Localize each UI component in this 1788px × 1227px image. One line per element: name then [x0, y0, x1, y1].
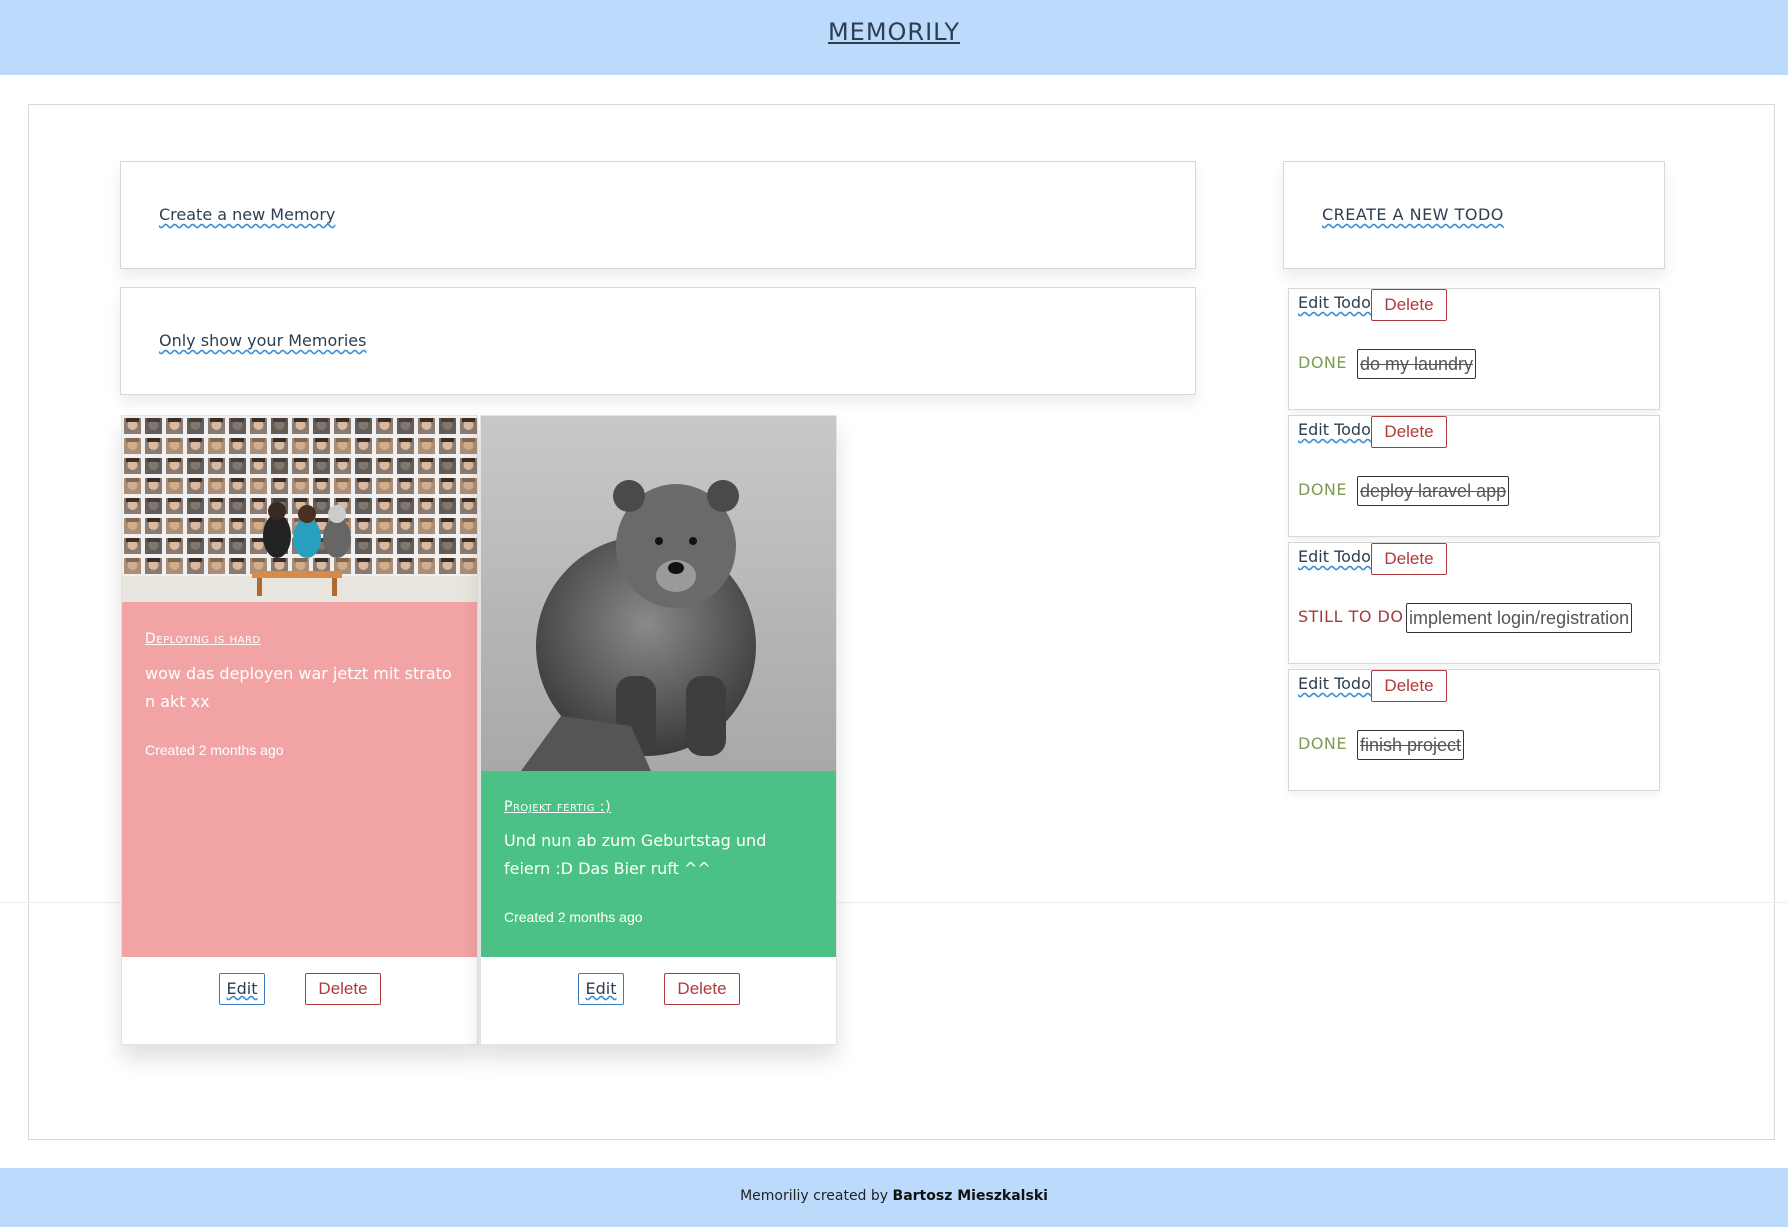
- edit-todo-link[interactable]: Edit Todo: [1298, 547, 1371, 566]
- memory-card-actions: Edit Delete: [481, 961, 836, 1021]
- todo-task-toggle[interactable]: implement login/registration: [1406, 603, 1633, 633]
- memory-card-actions: Edit Delete: [122, 961, 477, 1021]
- create-todo-link[interactable]: CREATE A NEW TODO: [1322, 205, 1504, 224]
- edit-memory-button[interactable]: Edit: [219, 973, 265, 1005]
- faces-wall-image: [122, 416, 477, 602]
- todo-item: Edit Todo Delete DONE finish project: [1288, 669, 1660, 791]
- memory-image-faces-wall: [122, 416, 477, 602]
- memory-card-body: Deploying is hard wow das deployen war j…: [122, 602, 477, 957]
- memory-image-bear: [481, 416, 836, 771]
- edit-todo-link[interactable]: Edit Todo: [1298, 674, 1371, 693]
- todo-task-toggle[interactable]: do my laundry: [1357, 349, 1477, 379]
- edit-todo-link[interactable]: Edit Todo: [1298, 420, 1371, 439]
- memory-card: Deploying is hard wow das deployen war j…: [121, 415, 478, 1045]
- filter-memories-panel: Only show your Memories: [120, 287, 1196, 395]
- todo-status: DONE: [1298, 480, 1347, 499]
- footer-prefix: Memoriliy created by: [740, 1188, 889, 1204]
- edit-todo-link[interactable]: Edit Todo: [1298, 293, 1371, 312]
- todo-item: Edit Todo Delete DONE do my laundry: [1288, 288, 1660, 410]
- todo-status: DONE: [1298, 734, 1347, 753]
- delete-memory-button[interactable]: Delete: [305, 973, 381, 1005]
- memory-text: wow das deployen war jetzt mit strato n …: [145, 664, 452, 711]
- only-my-memories-link[interactable]: Only show your Memories: [159, 331, 366, 350]
- delete-todo-button[interactable]: Delete: [1371, 416, 1447, 448]
- footer: Memoriliy created by Bartosz Mieszkalski: [0, 1168, 1788, 1227]
- memory-created-date: Created 2 months ago: [504, 909, 643, 925]
- create-memory-link[interactable]: Create a new Memory: [159, 205, 335, 224]
- edit-memory-button[interactable]: Edit: [578, 973, 624, 1005]
- memory-card-body: Projekt fertig :) Und nun ab zum Geburts…: [481, 771, 836, 957]
- delete-todo-button[interactable]: Delete: [1371, 670, 1447, 702]
- delete-memory-button[interactable]: Delete: [664, 973, 740, 1005]
- todo-status: DONE: [1298, 353, 1347, 372]
- top-navbar: MEMORILY: [0, 0, 1788, 75]
- memory-created-date: Created 2 months ago: [145, 742, 284, 758]
- footer-credit: Memoriliy created by Bartosz Mieszkalski: [0, 1188, 1788, 1204]
- create-todo-panel: CREATE A NEW TODO: [1283, 161, 1665, 269]
- todo-item: Edit Todo Delete DONE deploy laravel app: [1288, 415, 1660, 537]
- memory-title-link[interactable]: Deploying is hard: [145, 631, 261, 647]
- delete-todo-button[interactable]: Delete: [1371, 543, 1447, 575]
- delete-todo-button[interactable]: Delete: [1371, 289, 1447, 321]
- memory-text: Und nun ab zum Geburtstag und feiern :D …: [504, 831, 767, 878]
- bear-image: [481, 416, 836, 771]
- create-memory-panel: Create a new Memory: [120, 161, 1196, 269]
- memory-card: Projekt fertig :) Und nun ab zum Geburts…: [480, 415, 837, 1045]
- memory-title-link[interactable]: Projekt fertig :): [504, 799, 611, 815]
- todo-item: Edit Todo Delete STILL TO DO implement l…: [1288, 542, 1660, 664]
- footer-author: Bartosz Mieszkalski: [892, 1188, 1048, 1204]
- todo-task-toggle[interactable]: finish project: [1357, 730, 1465, 760]
- brand-link[interactable]: MEMORILY: [0, 18, 1788, 46]
- todo-task-toggle[interactable]: deploy laravel app: [1357, 476, 1510, 506]
- todo-status: STILL TO DO: [1298, 607, 1404, 626]
